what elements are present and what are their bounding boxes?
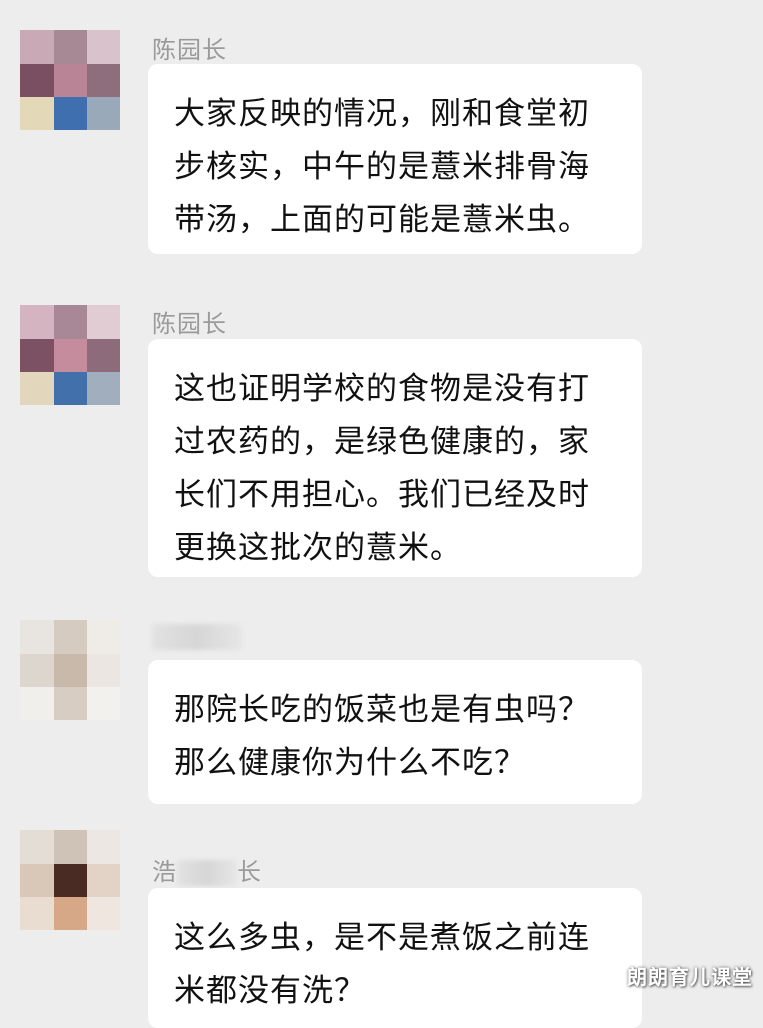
avatar-blurred[interactable] <box>20 830 120 930</box>
sender-name: 浩长 <box>152 852 262 887</box>
blurred-name-block <box>152 624 242 650</box>
sender-name-suffix: 长 <box>237 858 262 886</box>
message-bubble[interactable]: 那院长吃的饭菜也是有虫吗？ 那么健康你为什么不吃？ <box>148 660 642 804</box>
blurred-name-block <box>177 860 237 886</box>
chat-screen: 陈园长 大家反映的情况，刚和食堂初 步核实，中午的是薏米排骨海 带汤，上面的可能… <box>0 0 763 1028</box>
avatar-blurred[interactable] <box>20 30 120 130</box>
sender-name-blurred <box>152 622 242 650</box>
avatar-blurred[interactable] <box>20 305 120 405</box>
sender-name: 陈园长 <box>152 310 227 338</box>
message-text: 大家反映的情况，刚和食堂初 步核实，中午的是薏米排骨海 带汤，上面的可能是薏米虫… <box>174 96 590 238</box>
avatar-blurred[interactable] <box>20 620 120 720</box>
message-bubble[interactable]: 这也证明学校的食物是没有打 过农药的，是绿色健康的，家 长们不用担心。我们已经及… <box>148 339 642 577</box>
message-bubble[interactable]: 这么多虫，是不是煮饭之前连 米都没有洗？ <box>148 888 642 1028</box>
message-text: 这么多虫，是不是煮饭之前连 米都没有洗？ <box>174 920 590 1009</box>
message-bubble[interactable]: 大家反映的情况，刚和食堂初 步核实，中午的是薏米排骨海 带汤，上面的可能是薏米虫… <box>148 64 642 254</box>
watermark: 朗朗育儿课堂 <box>627 965 753 989</box>
message-text: 这也证明学校的食物是没有打 过农药的，是绿色健康的，家 长们不用担心。我们已经及… <box>174 371 590 566</box>
sender-name-prefix: 浩 <box>152 858 177 886</box>
sender-name: 陈园长 <box>152 36 227 64</box>
message-text: 那院长吃的饭菜也是有虫吗？ 那么健康你为什么不吃？ <box>174 692 590 781</box>
